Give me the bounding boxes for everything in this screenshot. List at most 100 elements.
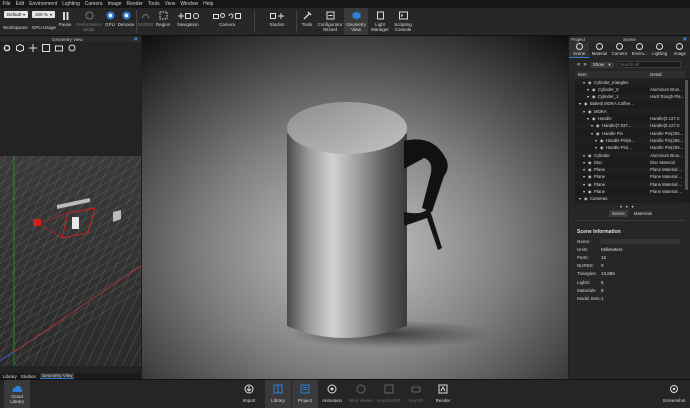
expand-arrow-icon[interactable]: ▾ [587, 116, 589, 121]
expand-arrow-icon[interactable]: ▾ [595, 145, 597, 150]
expand-arrow-icon[interactable]: ▾ [595, 138, 597, 143]
transform-icon[interactable] [29, 44, 37, 52]
performance-mode-button[interactable]: Performance Mode [75, 8, 103, 35]
visibility-eye-icon[interactable]: ◉ [588, 80, 592, 85]
tab-library[interactable]: Library [3, 374, 17, 379]
menu-item-window[interactable]: Window [178, 1, 201, 7]
visibility-eye-icon[interactable]: ◉ [592, 87, 596, 92]
tree-row[interactable]: ▾ ◉ Plane Plane Material ... [575, 181, 684, 188]
tab-lighting[interactable]: Lighting [650, 42, 670, 58]
tree-row[interactable]: ▾ ◉ Plane Plane Material ... [575, 166, 684, 173]
library-button[interactable]: Library [265, 380, 291, 408]
expand-arrow-icon[interactable]: ▾ [583, 80, 585, 85]
animation-button[interactable]: Animation [319, 380, 345, 408]
tab-studios[interactable]: Studios [21, 374, 36, 379]
tab-camera[interactable]: Camera [609, 42, 629, 58]
visibility-eye-icon[interactable]: ◉ [588, 182, 592, 187]
close-icon[interactable]: ▣ [134, 36, 138, 42]
geometry-view-viewport[interactable] [0, 156, 141, 366]
gear-icon[interactable] [3, 44, 11, 52]
expand-arrow-icon[interactable]: ▾ [587, 94, 589, 99]
visibility-eye-icon[interactable]: ◉ [588, 153, 592, 158]
menu-item-view[interactable]: View [162, 1, 178, 7]
expand-icon[interactable]: » [583, 62, 586, 68]
visibility-eye-icon[interactable]: ◉ [588, 189, 592, 194]
visibility-eye-icon[interactable]: ◉ [596, 123, 600, 128]
tree-row[interactable]: ▾ ◉ MOKA [575, 108, 684, 115]
navigation-button[interactable]: Navigation [174, 8, 202, 35]
light-manager-button[interactable]: Light Manager [369, 8, 391, 35]
visibility-eye-icon[interactable]: ◉ [588, 109, 592, 114]
visibility-eye-icon[interactable]: ◉ [600, 138, 604, 143]
search-input[interactable] [616, 61, 681, 68]
menu-item-edit[interactable]: Edit [13, 1, 27, 7]
workspace-select[interactable]: Default ▾ [4, 11, 28, 18]
geometry-view-button[interactable]: Geometry View [344, 8, 368, 35]
import-button[interactable]: Import [236, 380, 262, 408]
render-button[interactable]: Render [432, 380, 454, 408]
lights-icon[interactable] [68, 44, 76, 52]
expand-arrow-icon[interactable]: ▾ [579, 196, 581, 201]
cloud-library-button[interactable]: Cloud Library [4, 380, 30, 408]
scene-name-field[interactable] [600, 239, 680, 244]
web-viewer-button[interactable]: Web Viewer [347, 380, 375, 408]
expand-arrow-icon[interactable]: ▾ [583, 109, 585, 114]
keyvr-button[interactable]: KeyVR [405, 380, 427, 408]
scene-tree[interactable]: ▾ ◉ Cylinder_triangles ▾ ◉ Cylinder_0 Aluminum… [575, 79, 690, 203]
expand-arrow-icon[interactable]: ▾ [583, 153, 585, 158]
visibility-eye-icon[interactable]: ◉ [588, 174, 592, 179]
menu-item-render[interactable]: Render [124, 1, 145, 7]
tree-scrollbar[interactable] [685, 80, 688, 190]
subtab-materials[interactable]: Materials [631, 210, 655, 217]
expand-arrow-icon[interactable]: ▾ [579, 101, 581, 106]
tree-row[interactable]: ▾ ◉ Handle Pin(6... Handle Pin(255... [575, 137, 684, 144]
menu-item-environment[interactable]: Environment [27, 1, 60, 7]
tree-row[interactable]: ▾ ◉ Plane Plane Material ... [575, 174, 684, 180]
visibility-eye-icon[interactable]: ◉ [592, 116, 596, 121]
collapse-icon[interactable]: « [577, 62, 580, 68]
tab-enviro[interactable]: Enviro... [630, 42, 650, 58]
zoom-select[interactable]: 100 % ▾ [32, 11, 55, 18]
menu-item-lighting[interactable]: Lighting [60, 1, 83, 7]
frame-icon[interactable] [42, 44, 50, 52]
subtab-scene[interactable]: Scene [609, 210, 628, 217]
project-button[interactable]: Project [292, 380, 318, 408]
camera-icon[interactable] [55, 44, 63, 52]
tab-image[interactable]: Image [670, 42, 690, 58]
expand-arrow-icon[interactable]: ▾ [583, 182, 585, 187]
cube-icon[interactable] [16, 44, 24, 52]
menu-item-file[interactable]: File [0, 1, 13, 7]
expand-arrow-icon[interactable]: ▾ [583, 189, 585, 194]
expand-arrow-icon[interactable]: ▾ [591, 123, 593, 128]
camera-button[interactable]: Camera [204, 8, 250, 35]
tree-row[interactable]: ▾ ◉ Handle Pin Handle Pin(255... [575, 130, 684, 136]
tree-row[interactable]: ▾ ◉ Plane Plane Material ... [575, 189, 684, 195]
denoise-toggle[interactable]: Denoise [117, 8, 135, 35]
tab-scene[interactable]: Scene [569, 42, 590, 58]
visibility-eye-icon[interactable]: ◉ [592, 94, 596, 99]
tree-row[interactable]: ▾ ◉ Handle(7.037... Handle(0.127.0 [575, 122, 684, 129]
menu-item-help[interactable]: Help [201, 1, 216, 7]
tree-row[interactable]: ▾ ◉ Cylinder_triangles [575, 79, 684, 85]
filter-select[interactable]: Show ▾ [589, 61, 614, 68]
expand-arrow-icon[interactable]: ▾ [583, 167, 585, 172]
render-viewport[interactable] [142, 36, 568, 379]
expand-arrow-icon[interactable]: ▾ [583, 174, 585, 179]
expand-arrow-icon[interactable]: ▾ [587, 87, 589, 92]
scripting-console-button[interactable]: Scripting Console [391, 8, 415, 35]
menu-item-image[interactable]: Image [105, 1, 124, 7]
tree-row[interactable]: ▾ ◉ Cylinder_0 Aluminum Brus... [575, 86, 684, 92]
visibility-eye-icon[interactable]: ◉ [600, 145, 604, 150]
tree-row[interactable]: ▾ ◉ Cameras [575, 195, 684, 202]
visibility-eye-icon[interactable]: ◉ [596, 131, 600, 136]
visibility-eye-icon[interactable]: ◉ [588, 167, 592, 172]
pause-button[interactable]: Pause [57, 8, 73, 35]
tools-button[interactable]: Tools [299, 8, 315, 35]
tree-row[interactable]: ▾ ◉ Handle Handle(0.127.0 [575, 116, 684, 122]
studios-button[interactable]: Studios [262, 8, 292, 35]
tab-material[interactable]: Material [589, 42, 609, 58]
menu-item-tools[interactable]: Tools [145, 1, 162, 7]
visibility-eye-icon[interactable]: ◉ [584, 196, 588, 201]
screenshot-button[interactable]: Screenshot [660, 380, 688, 408]
gpu-toggle[interactable]: GPU [103, 8, 117, 35]
